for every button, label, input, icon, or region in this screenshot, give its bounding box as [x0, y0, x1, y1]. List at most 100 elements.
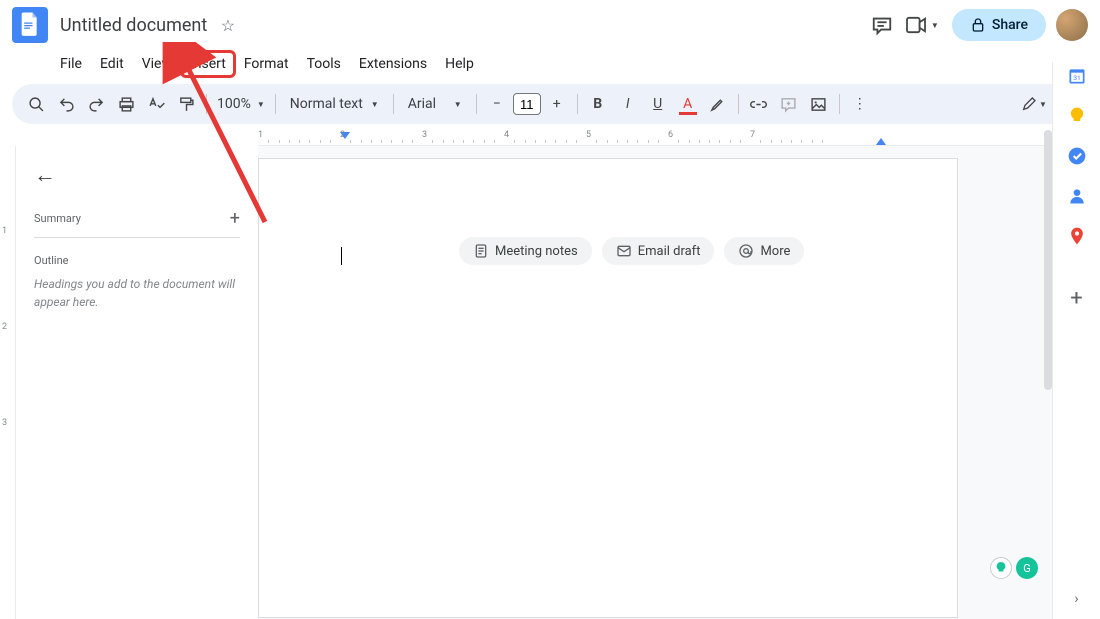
- zoom-value: 100%: [217, 96, 251, 112]
- at-icon: [738, 243, 754, 259]
- insert-image-button[interactable]: [805, 90, 833, 118]
- add-comment-icon: [780, 96, 797, 113]
- editing-mode-button[interactable]: ▼: [1020, 90, 1048, 118]
- chip-label: More: [760, 244, 790, 259]
- outline-sidebar: ← Summary + Outline Headings you add to …: [16, 146, 258, 619]
- main-area: 1 2 3 ← Summary + Outline Headings you add…: [0, 146, 1100, 619]
- meet-button[interactable]: ▼: [902, 5, 942, 45]
- bold-icon: B: [593, 96, 602, 112]
- menu-insert[interactable]: Insert: [182, 52, 234, 76]
- undo-button[interactable]: [52, 90, 80, 118]
- chip-email-draft[interactable]: Email draft: [602, 237, 715, 265]
- document-title[interactable]: Untitled document: [56, 13, 211, 38]
- menu-bar: File Edit View Insert Format Tools Exten…: [0, 50, 1100, 78]
- menu-extensions[interactable]: Extensions: [351, 52, 435, 76]
- summary-label: Summary: [34, 212, 81, 225]
- font-value: Arial: [408, 96, 436, 112]
- underline-button[interactable]: U: [644, 90, 672, 118]
- font-size-increase[interactable]: +: [543, 90, 571, 118]
- star-button[interactable]: ☆: [221, 16, 235, 36]
- text-color-button[interactable]: A: [674, 90, 702, 118]
- summary-section-header: Summary +: [34, 200, 240, 238]
- docs-logo[interactable]: [12, 7, 48, 43]
- chip-more[interactable]: More: [724, 237, 804, 265]
- plus-icon: +: [553, 96, 561, 112]
- account-avatar[interactable]: [1056, 9, 1088, 41]
- grammarly-badge[interactable]: G: [1016, 557, 1038, 579]
- print-button[interactable]: [112, 90, 140, 118]
- paint-roller-icon: [178, 96, 195, 113]
- sidebar-back-button[interactable]: ←: [34, 158, 56, 200]
- toolbar: 100% ▼ Normal text ▼ Arial ▼ − + B I U A…: [12, 84, 1088, 124]
- extension-badge-1[interactable]: [990, 557, 1012, 579]
- minus-icon: −: [493, 96, 501, 112]
- menu-edit[interactable]: Edit: [92, 52, 132, 76]
- tasks-app-button[interactable]: [1067, 146, 1087, 166]
- menu-view[interactable]: View: [134, 52, 180, 76]
- maps-app-button[interactable]: [1067, 226, 1087, 246]
- pencil-icon: [1021, 96, 1037, 112]
- ruler-tick: 2: [2, 322, 7, 332]
- text-cursor: [341, 247, 342, 265]
- indent-marker-right[interactable]: [876, 138, 886, 145]
- spellcheck-button[interactable]: [142, 90, 170, 118]
- paragraph-style-select[interactable]: Normal text ▼: [282, 96, 387, 112]
- ruler-tick: 3: [2, 418, 7, 428]
- redo-button[interactable]: [82, 90, 110, 118]
- chip-label: Email draft: [638, 244, 701, 259]
- chevron-down-icon: ▼: [371, 100, 379, 109]
- ruler-tick: 5: [586, 130, 591, 140]
- insert-link-button[interactable]: [745, 90, 773, 118]
- document-canvas[interactable]: Meeting notes Email draft More: [258, 146, 1100, 619]
- more-toolbar-button[interactable]: ⋮: [846, 90, 874, 118]
- spellcheck-icon: [148, 96, 165, 113]
- paint-format-button[interactable]: [172, 90, 200, 118]
- vertical-ruler[interactable]: 1 2 3: [0, 146, 16, 619]
- ruler-tick: 6: [668, 130, 673, 140]
- horizontal-ruler[interactable]: 1234567: [258, 130, 1052, 146]
- image-icon: [810, 96, 827, 113]
- email-icon: [616, 243, 632, 259]
- contacts-app-button[interactable]: [1067, 186, 1087, 206]
- font-size-input[interactable]: [513, 93, 541, 115]
- app-header: Untitled document ☆ ▼ Share: [0, 0, 1100, 50]
- menu-help[interactable]: Help: [437, 52, 482, 76]
- zoom-select[interactable]: 100% ▼: [213, 96, 269, 112]
- video-icon: [905, 16, 927, 34]
- highlighter-icon: [709, 96, 726, 113]
- highlight-button[interactable]: [704, 90, 732, 118]
- add-comment-button[interactable]: [775, 90, 803, 118]
- text-color-icon: A: [683, 96, 692, 112]
- font-size-decrease[interactable]: −: [483, 90, 511, 118]
- calendar-app-button[interactable]: 31: [1067, 66, 1087, 86]
- collapse-side-panel-button[interactable]: ›: [1074, 591, 1078, 607]
- extension-badges: G: [990, 557, 1038, 579]
- add-summary-button[interactable]: +: [230, 208, 240, 229]
- side-panel: 31 + ›: [1052, 62, 1100, 619]
- lock-icon: [970, 17, 986, 33]
- chip-meeting-notes[interactable]: Meeting notes: [459, 237, 592, 265]
- ruler-tick: 1: [2, 226, 7, 236]
- menu-file[interactable]: File: [52, 52, 90, 76]
- share-button[interactable]: Share: [952, 9, 1046, 41]
- style-value: Normal text: [290, 96, 363, 112]
- font-family-select[interactable]: Arial ▼: [400, 96, 470, 112]
- comments-history-button[interactable]: [862, 5, 902, 45]
- menu-tools[interactable]: Tools: [299, 52, 349, 76]
- italic-button[interactable]: I: [614, 90, 642, 118]
- page[interactable]: Meeting notes Email draft More: [258, 158, 958, 618]
- keep-app-button[interactable]: [1067, 106, 1087, 126]
- search-menus-button[interactable]: [22, 90, 50, 118]
- chip-label: Meeting notes: [495, 244, 578, 259]
- vertical-scrollbar[interactable]: [1044, 130, 1052, 390]
- get-addons-button[interactable]: +: [1070, 286, 1082, 311]
- menu-format[interactable]: Format: [236, 52, 297, 76]
- print-icon: [118, 96, 135, 113]
- outline-empty-text: Headings you add to the document will ap…: [34, 275, 240, 311]
- bold-button[interactable]: B: [584, 90, 612, 118]
- italic-icon: I: [626, 96, 630, 112]
- ruler-tick: 2: [340, 130, 345, 140]
- ruler-tick: 3: [422, 130, 427, 140]
- underline-icon: U: [653, 96, 662, 112]
- search-icon: [28, 96, 45, 113]
